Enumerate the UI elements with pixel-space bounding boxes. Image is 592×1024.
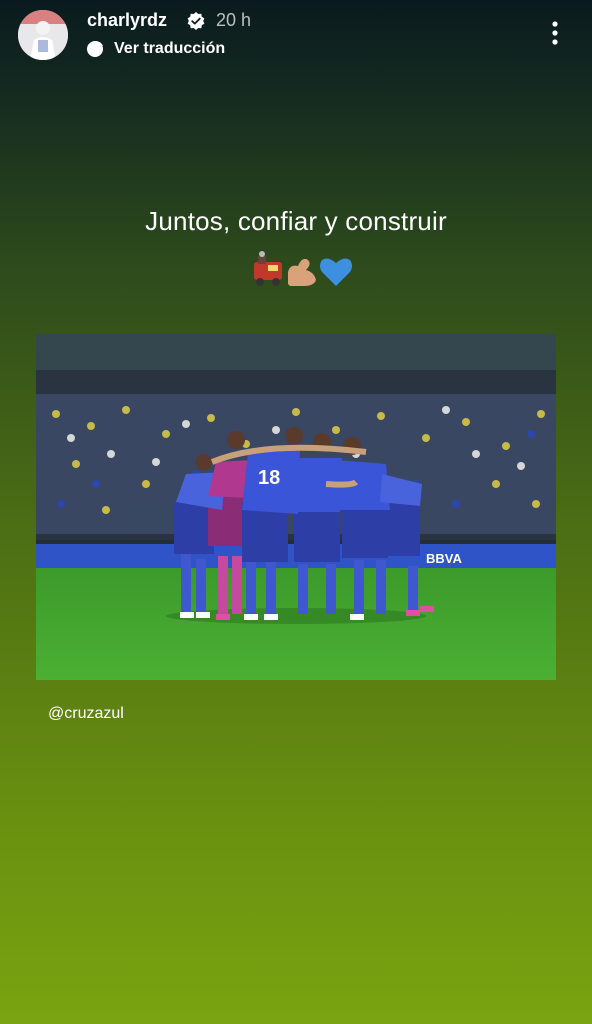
story-caption: Juntos, confiar y construir [145,206,447,236]
avatar[interactable] [18,10,68,60]
story-header: charlyrdz 20 h Ver traducción [0,0,592,70]
translate-icon [87,41,103,57]
team-huddle-image: BBVA 18 [36,334,556,680]
translate-button[interactable]: Ver traducción [86,38,225,60]
username[interactable]: charlyrdz [87,10,167,31]
team-huddle-photo: BBVA 18 [36,334,556,680]
train-emoji [254,251,282,286]
avatar-image [18,10,68,60]
more-vertical-icon [552,21,558,45]
jersey-number: 18 [258,467,280,489]
translate-label: Ver traducción [114,40,226,57]
mention-link[interactable]: @cruzazul [48,705,124,723]
more-options-button[interactable] [540,18,570,48]
blue-heart-emoji [320,258,352,286]
emoji-row [254,251,352,286]
sponsor-text: BBVA [426,551,462,566]
verified-badge-icon [187,12,205,30]
flexed-biceps-emoji [288,258,316,286]
post-time: 20 h [216,10,252,30]
